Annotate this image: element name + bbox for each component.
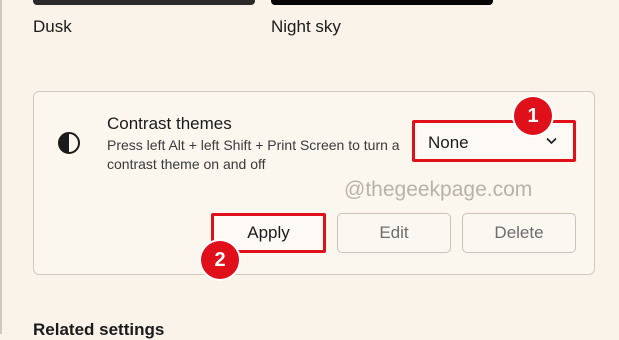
theme-thumbnail-dusk[interactable] — [33, 0, 255, 5]
contrast-themes-description: Press left Alt + left Shift + Print Scre… — [107, 137, 400, 172]
theme-label-night-sky: Night sky — [271, 17, 341, 36]
contrast-themes-title: Contrast themes — [107, 114, 232, 133]
contrast-theme-dropdown[interactable]: None — [412, 120, 576, 162]
delete-button[interactable]: Delete — [462, 213, 576, 253]
edit-button[interactable]: Edit — [337, 213, 451, 253]
theme-thumbnail-night-sky[interactable] — [271, 0, 493, 5]
watermark: @thegeekpage.com — [344, 178, 533, 201]
dropdown-selected-value: None — [428, 133, 469, 152]
window-edge — [0, 0, 2, 334]
related-settings-heading: Related settings — [33, 320, 165, 339]
step-badge-1: 1 — [514, 97, 552, 135]
contrast-icon — [58, 132, 80, 154]
theme-label-dusk: Dusk — [33, 17, 72, 36]
chevron-down-icon — [546, 137, 557, 145]
step-badge-2: 2 — [201, 241, 239, 279]
